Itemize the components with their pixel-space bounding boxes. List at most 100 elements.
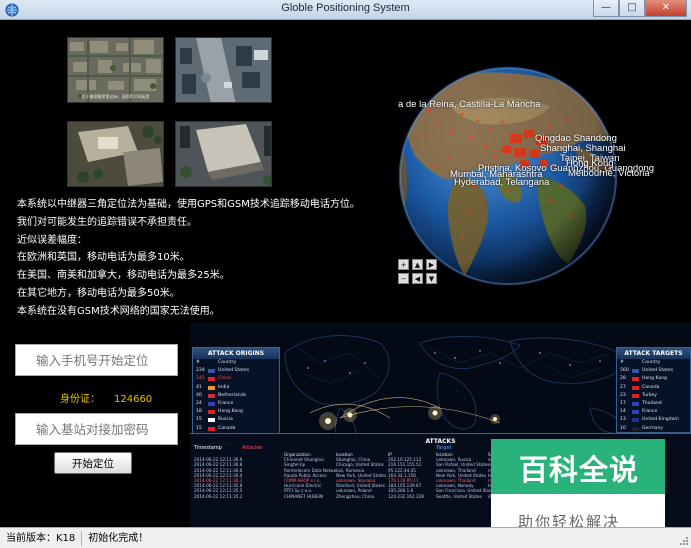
country-name: France xyxy=(218,400,234,406)
country-count: 24 xyxy=(196,400,202,406)
id-card-row: 身份证： 124660 xyxy=(60,390,152,405)
country-name: France xyxy=(642,409,658,415)
minimize-button[interactable]: — xyxy=(593,0,619,17)
satellite-thumbnail-2 xyxy=(175,37,272,103)
country-count: 145 xyxy=(196,376,205,382)
watermark-subtitle: 助你轻松解决 xyxy=(518,513,621,527)
flag-icon xyxy=(208,393,215,398)
flag-icon xyxy=(632,425,642,433)
country-name: Netherlands xyxy=(218,392,247,398)
country-count: 27 xyxy=(620,384,626,390)
zoom-out-icon[interactable]: − xyxy=(398,273,409,284)
arrow-right-up-icon[interactable]: ▶ xyxy=(426,259,437,270)
target-location: Seattle, United States xyxy=(436,493,482,499)
info-line: 我们对可能发生的追踪错误不承担责任。 xyxy=(17,216,197,228)
satellite-thumbnail-4 xyxy=(175,121,272,187)
country-row: 15 Canada xyxy=(193,425,279,433)
flag-icon xyxy=(208,367,218,375)
watermark-logo: 百科全说 助你轻松解决 xyxy=(491,439,665,527)
id-card-value: 124660 xyxy=(114,394,153,405)
col-timestamp: Timestamp xyxy=(194,445,222,451)
title-bar[interactable]: Globle Positioning System — □ ✕ xyxy=(0,0,691,20)
attack-timestamp: 2014-06-22 12:11:35.23 xyxy=(194,493,242,499)
country-row: 560 United States xyxy=(617,367,690,375)
flag-icon xyxy=(632,410,639,415)
globe-city-label: a de la Reina, Castilla-La Mancha xyxy=(398,99,541,110)
flag-icon xyxy=(632,375,642,383)
country-name: Hong Kong xyxy=(642,376,667,382)
flag-icon xyxy=(632,384,642,392)
base-station-password-input[interactable] xyxy=(15,413,178,445)
init-status: 初始化完成！ xyxy=(88,532,149,544)
country-row: 41 India xyxy=(193,384,279,392)
phone-number-input[interactable] xyxy=(15,344,178,376)
info-line: 在欧洲和英国，移动电话为最多10米。 xyxy=(17,252,190,264)
country-row: 14 France xyxy=(617,408,690,416)
flag-icon xyxy=(208,418,215,423)
flag-icon xyxy=(208,369,215,374)
flag-icon xyxy=(632,418,639,423)
targets-col-num: # xyxy=(620,360,624,365)
country-name: United States xyxy=(218,368,250,374)
arrow-left-icon[interactable]: ◀ xyxy=(412,273,423,284)
country-count: 15 xyxy=(196,417,202,423)
country-count: 13 xyxy=(620,417,626,423)
attack-origins-panel: ATTACK ORIGINS # Country 234 United State… xyxy=(192,347,280,447)
country-count: 560 xyxy=(620,368,629,374)
flag-icon xyxy=(208,385,215,390)
info-line: 在其它地方，移动电话为最多50米。 xyxy=(17,287,180,299)
col-target: Target xyxy=(436,445,452,451)
arrow-down-icon[interactable]: ▼ xyxy=(426,273,437,284)
satellite-thumbnail-3 xyxy=(67,121,164,187)
flag-icon xyxy=(632,401,639,406)
country-row: 145 China xyxy=(193,375,279,383)
arrow-up-icon[interactable]: ▲ xyxy=(412,259,423,270)
country-row: 23 Turkey xyxy=(617,392,690,400)
flag-icon xyxy=(632,400,642,408)
targets-col-country: Country xyxy=(642,360,661,365)
country-count: 234 xyxy=(196,368,205,374)
attack-location: Zhengzhou, China xyxy=(336,493,375,499)
globe-city-label: Melbourne, Victoria xyxy=(568,168,650,179)
globe-city-label: Hyderabad, Telangana xyxy=(454,177,550,188)
flag-icon xyxy=(208,401,215,406)
maximize-button[interactable]: □ xyxy=(619,0,645,17)
attack-organization: CHINANET HUBEIN xyxy=(284,493,324,499)
flag-icon xyxy=(632,377,639,382)
resize-grip-icon[interactable] xyxy=(679,536,689,546)
start-locate-button[interactable]: 开始定位 xyxy=(54,452,132,474)
attack-targets-title: ATTACK TARGETS xyxy=(617,348,690,359)
country-name: India xyxy=(218,384,230,390)
col-attacker: Attacker xyxy=(242,445,263,451)
flag-icon xyxy=(632,416,642,424)
attack-targets-panel: ATTACK TARGETS # Country 560 United State… xyxy=(616,347,691,447)
info-line: 本系统在没有GSM技术网络的国家无法使用。 xyxy=(17,305,220,317)
country-count: 40 xyxy=(196,392,202,398)
origins-col-country: Country xyxy=(218,360,237,365)
globe-navigation-controls: + ▲ ▶ − ◀ ▼ xyxy=(398,259,440,287)
flag-icon xyxy=(208,377,215,382)
attack-ip: 124.232.162.228 xyxy=(388,493,424,499)
country-row: 17 Thailand xyxy=(617,400,690,408)
flag-icon xyxy=(632,369,639,374)
country-count: 18 xyxy=(196,409,202,415)
main-canvas: 位于美国佛罗里达州，面积约100英里 本系统以中继器三角定位法为基础，使用GPS… xyxy=(0,21,691,527)
country-count: 17 xyxy=(620,400,626,406)
country-name: China xyxy=(218,376,232,382)
info-text-block: 本系统以中继器三角定位法为基础，使用GPS和GSM技术追踪移动电话方位。 我们对… xyxy=(17,196,377,321)
country-row: 10 Germany xyxy=(617,425,690,433)
country-count: 10 xyxy=(620,425,626,431)
close-button[interactable]: ✕ xyxy=(645,0,687,17)
flag-icon xyxy=(208,375,218,383)
watermark-title: 百科全说 xyxy=(519,453,640,487)
targets-header-row: # Country xyxy=(617,359,690,367)
zoom-in-icon[interactable]: + xyxy=(398,259,409,270)
version-status: 当前版本：K18 xyxy=(0,530,83,546)
flag-icon xyxy=(632,393,639,398)
origins-header-row: # Country xyxy=(193,359,279,367)
country-count: 41 xyxy=(196,384,202,390)
country-count: 14 xyxy=(620,409,626,415)
country-name: Turkey xyxy=(642,392,657,398)
country-row: 24 France xyxy=(193,400,279,408)
globe-view[interactable]: a de la Reina, Castilla-La Mancha Qingda… xyxy=(390,66,675,291)
